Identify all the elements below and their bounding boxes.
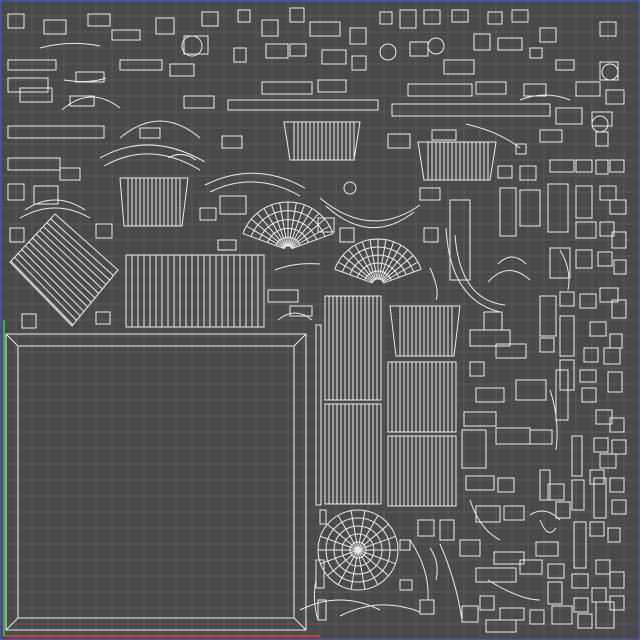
uv-editor-viewport[interactable] <box>0 0 640 640</box>
uv-island-plank-f[interactable] <box>389 305 461 357</box>
uv-island-plank-c[interactable] <box>324 403 382 505</box>
uv-island-sphere[interactable] <box>317 509 399 591</box>
uv-layout-canvas[interactable] <box>0 0 640 640</box>
uv-island-plank-b[interactable] <box>324 295 382 401</box>
uv-island-fan-2[interactable] <box>334 238 422 284</box>
uv-island-large-square[interactable] <box>5 333 307 631</box>
uv-island-plank-d[interactable] <box>387 361 457 433</box>
uv-island-plank-a[interactable] <box>125 254 265 328</box>
uv-island-trapezoid-3[interactable] <box>417 141 497 181</box>
uv-island-trapezoid-1[interactable] <box>119 177 189 227</box>
